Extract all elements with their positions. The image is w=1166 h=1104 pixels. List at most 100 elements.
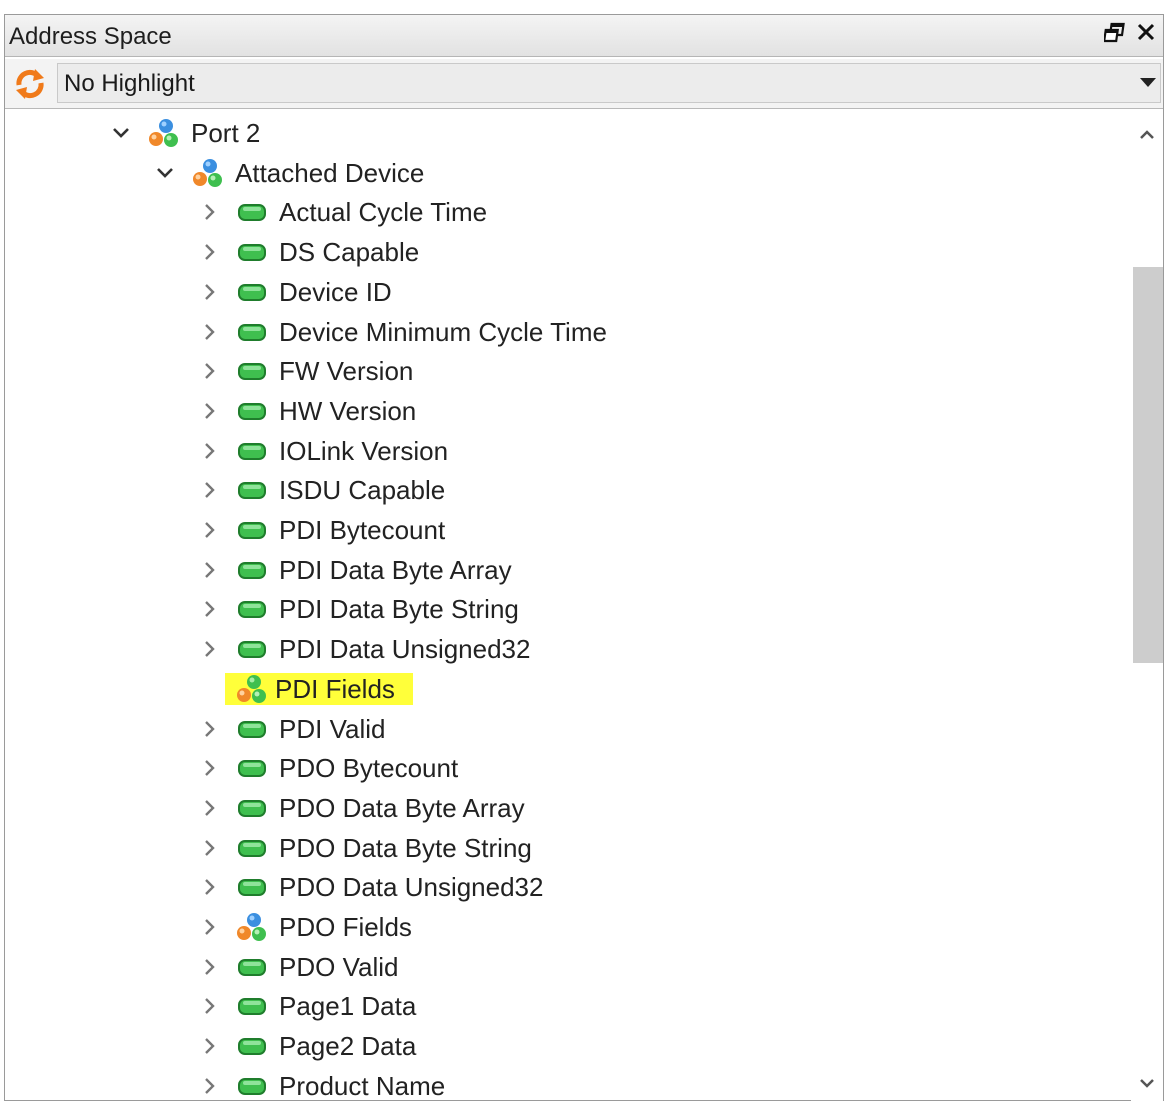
tree-node-label: Page1 Data: [279, 991, 417, 1022]
tree-node-isdu-capable[interactable]: ISDU Capable: [5, 470, 1131, 510]
tree-node-label: PDI Data Byte String: [279, 594, 519, 625]
variable-icon: [235, 395, 269, 427]
chevron-right-icon[interactable]: [197, 834, 221, 862]
tree-node-actual-cycle-time[interactable]: Actual Cycle Time: [5, 192, 1131, 232]
tree-node-label: PDO Fields: [279, 912, 412, 942]
vertical-scrollbar[interactable]: [1131, 111, 1163, 1101]
chevron-down-icon[interactable]: [153, 159, 177, 187]
variable-icon: [235, 514, 269, 546]
chevron-right-icon[interactable]: [197, 238, 221, 266]
tree-node-page2-data[interactable]: Page2 Data: [5, 1026, 1131, 1066]
tree-node-iolink-version[interactable]: IOLink Version: [5, 431, 1131, 471]
chevron-right-icon[interactable]: [197, 873, 221, 901]
tree-node-pdo-fields[interactable]: PDO Fields: [5, 907, 1131, 947]
chevron-right-icon[interactable]: [197, 318, 221, 346]
chevron-right-icon[interactable]: [197, 476, 221, 504]
scroll-up-icon[interactable]: [1131, 119, 1163, 149]
tree-node-label: Product Name: [279, 1070, 446, 1101]
tree-node-label: PDI Data Byte Array: [279, 554, 512, 585]
tree-node-label: PDO Data Byte Array: [279, 792, 525, 823]
chevron-right-icon[interactable]: [197, 953, 221, 981]
tree-node-device-minimum-cycle-time[interactable]: Device Minimum Cycle Time: [5, 312, 1131, 352]
variable-icon: [235, 554, 269, 586]
tree-node-attached-device[interactable]: Attached Device: [5, 153, 1131, 193]
chevron-right-icon[interactable]: [197, 913, 221, 941]
refresh-glyph: [16, 69, 44, 99]
tree-node-hw-version[interactable]: HW Version: [5, 391, 1131, 431]
panel-title: Address Space: [9, 23, 172, 50]
tree-node-fw-version[interactable]: FW Version: [5, 351, 1131, 391]
chevron-right-icon[interactable]: [197, 992, 221, 1020]
tree-node-pdi-valid[interactable]: PDI Valid: [5, 709, 1131, 749]
tree-node-label: PDO Bytecount: [279, 753, 459, 784]
variable-icon: [235, 593, 269, 625]
scroll-down-icon[interactable]: [1131, 1069, 1163, 1099]
highlight-toolbar: No Highlight: [5, 59, 1163, 109]
close-icon[interactable]: [1133, 21, 1159, 49]
variable-icon: [235, 1030, 269, 1062]
chevron-right-icon[interactable]: [197, 715, 221, 743]
tree-node-pdo-data-unsigned32[interactable]: PDO Data Unsigned32: [5, 867, 1131, 907]
scroll-up-glyph: [1140, 130, 1154, 139]
tree-node-label: PDO Data Unsigned32: [279, 872, 544, 903]
tree-node-pdi-data-byte-string[interactable]: PDI Data Byte String: [5, 589, 1131, 629]
tree-node-label: Attached Device: [235, 157, 425, 188]
chevron-down-icon[interactable]: [109, 119, 133, 147]
tree-node-pdo-data-byte-array[interactable]: PDO Data Byte Array: [5, 788, 1131, 828]
scrollbar-thumb[interactable]: [1133, 267, 1163, 663]
folder-object-icon: [235, 911, 269, 943]
tree-node-pdi-data-unsigned32[interactable]: PDI Data Unsigned32: [5, 629, 1131, 669]
tree-node-label: Page2 Data: [279, 1031, 417, 1062]
dropdown-arrow-icon[interactable]: [1140, 78, 1156, 87]
variable-icon: [235, 713, 269, 745]
tree-node-label: IOLink Version: [279, 435, 449, 466]
variable-icon: [235, 435, 269, 467]
chevron-right-icon[interactable]: [197, 437, 221, 465]
variable-icon: [235, 633, 269, 665]
tree-node-pdo-bytecount[interactable]: PDO Bytecount: [5, 748, 1131, 788]
tree-node-label: Port 2: [191, 118, 261, 148]
address-space-panel: Address Space No Highlight Port 2 Attach…: [4, 14, 1164, 1101]
variable-icon: [235, 871, 269, 903]
address-space-tree: Port 2 Attached Device Actual Cycle Time DS…: [5, 111, 1131, 1101]
tree-node-ds-capable[interactable]: DS Capable: [5, 232, 1131, 272]
highlight-dropdown[interactable]: No Highlight: [57, 63, 1161, 103]
tree-node-label: PDO Data Byte String: [279, 832, 532, 863]
folder-object-green-icon: [235, 673, 269, 705]
chevron-right-icon[interactable]: [197, 556, 221, 584]
highlight-dropdown-value: No Highlight: [64, 70, 195, 97]
chevron-right-icon[interactable]: [197, 595, 221, 623]
chevron-right-icon[interactable]: [197, 794, 221, 822]
chevron-right-icon[interactable]: [197, 278, 221, 306]
tree-node-device-id[interactable]: Device ID: [5, 272, 1131, 312]
folder-object-icon: [191, 157, 225, 189]
scroll-down-glyph: [1140, 1079, 1154, 1088]
tree-node-label: PDO Valid: [279, 951, 399, 982]
chevron-right-icon[interactable]: [197, 754, 221, 782]
variable-icon: [235, 355, 269, 387]
tree-node-pdi-bytecount[interactable]: PDI Bytecount: [5, 510, 1131, 550]
tree-node-pdi-fields[interactable]: PDI Fields: [5, 669, 1131, 709]
chevron-right-icon[interactable]: [197, 198, 221, 226]
variable-icon: [235, 316, 269, 348]
chevron-right-icon[interactable]: [197, 357, 221, 385]
chevron-right-icon[interactable]: [197, 1032, 221, 1060]
variable-icon: [235, 196, 269, 228]
chevron-right-icon[interactable]: [197, 1072, 221, 1100]
close-glyph: [1137, 23, 1155, 41]
restore-window-icon[interactable]: [1102, 21, 1129, 49]
tree-node-label: Device ID: [279, 276, 392, 307]
variable-icon: [235, 990, 269, 1022]
tree-node-port-2[interactable]: Port 2: [5, 113, 1131, 153]
tree-node-product-name[interactable]: Product Name: [5, 1066, 1131, 1101]
tree-node-pdo-data-byte-string[interactable]: PDO Data Byte String: [5, 828, 1131, 868]
tree-node-pdi-data-byte-array[interactable]: PDI Data Byte Array: [5, 550, 1131, 590]
tree-node-pdo-valid[interactable]: PDO Valid: [5, 947, 1131, 987]
variable-icon: [235, 752, 269, 784]
refresh-icon[interactable]: [11, 65, 49, 103]
tree-node-label: DS Capable: [279, 237, 420, 268]
chevron-right-icon[interactable]: [197, 635, 221, 663]
tree-node-page1-data[interactable]: Page1 Data: [5, 986, 1131, 1026]
chevron-right-icon[interactable]: [197, 516, 221, 544]
chevron-right-icon[interactable]: [197, 397, 221, 425]
